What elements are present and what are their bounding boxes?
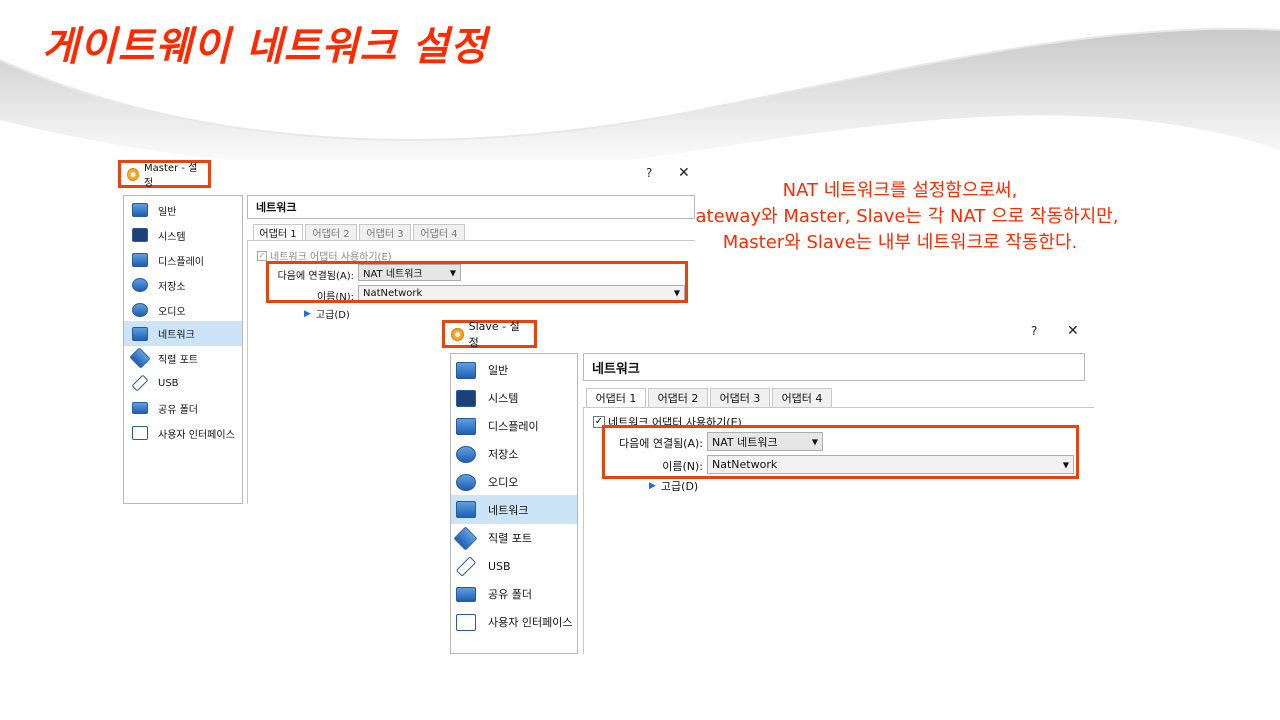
master-section-title: 네트워크 (247, 195, 695, 219)
shared-folder-icon (456, 586, 476, 602)
sidebar-item-network[interactable]: 네트워크 (451, 495, 577, 524)
help-button[interactable]: ? (646, 166, 652, 180)
sidebar-item-user-interface[interactable]: 사용자 인터페이스 (451, 608, 577, 636)
network-icon (456, 501, 476, 518)
slave-section-title: 네트워크 (583, 353, 1085, 381)
sidebar-item-usb[interactable]: USB (451, 552, 577, 580)
close-button[interactable]: ✕ (678, 165, 690, 181)
sidebar-item-user-interface[interactable]: 사용자 인터페이스 (124, 421, 242, 445)
sidebar-item-display[interactable]: 디스플레이 (451, 412, 577, 440)
sidebar-item-serial-port[interactable]: 직렬 포트 (124, 346, 242, 370)
storage-icon (132, 278, 148, 292)
slave-sidebar: 일반 시스템 디스플레이 저장소 오디오 네트워크 직렬 포트 USB 공유 폴… (450, 353, 578, 654)
note-line: NAT 네트워크를 설정함으로써, (782, 180, 1018, 201)
tab-adapter-2[interactable]: 어댑터 2 (305, 224, 357, 240)
tab-adapter-2[interactable]: 어댑터 2 (648, 388, 708, 407)
tab-adapter-3[interactable]: 어댑터 3 (359, 224, 411, 240)
slave-titlebar (442, 318, 1094, 344)
master-sidebar: 일반 시스템 디스플레이 저장소 오디오 네트워크 직렬 포트 USB 공유 폴… (123, 195, 243, 504)
enable-adapter-checkbox[interactable]: ✓ (257, 250, 267, 261)
sidebar-item-audio[interactable]: 오디오 (451, 468, 577, 496)
user-interface-icon (456, 613, 476, 631)
slide-note: NAT 네트워크를 설정함으로써, Gateway와 Master, Slave… (640, 178, 1160, 256)
tab-adapter-1[interactable]: 어댑터 1 (253, 224, 303, 240)
note-line: Master와 Slave는 내부 네트워크로 작동한다. (722, 232, 1078, 253)
display-icon (132, 253, 148, 267)
sidebar-item-storage[interactable]: 저장소 (451, 440, 577, 468)
virtualbox-gear-icon (451, 327, 464, 341)
virtualbox-gear-icon (127, 167, 140, 181)
sidebar-item-audio[interactable]: 오디오 (124, 298, 242, 322)
slave-adapter-tabs: 어댑터 1 어댑터 2 어댑터 3 어댑터 4 (586, 388, 834, 407)
master-window-title: Master - 설정 (118, 160, 211, 189)
user-interface-icon (132, 426, 148, 440)
advanced-expander[interactable]: ▶ 고급(D) (304, 306, 350, 322)
shared-folder-icon (132, 402, 148, 414)
slave-settings-window: Slave - 설정 ? ✕ 일반 시스템 디스플레이 저장소 오디오 네트워크 (442, 318, 1094, 654)
sidebar-item-general[interactable]: 일반 (124, 198, 242, 222)
sidebar-item-shared-folder[interactable]: 공유 폴더 (124, 396, 242, 420)
expand-triangle-icon: ▶ (649, 481, 656, 491)
sidebar-item-general[interactable]: 일반 (451, 356, 577, 384)
sidebar-item-storage[interactable]: 저장소 (124, 273, 242, 297)
help-button[interactable]: ? (1031, 324, 1037, 338)
network-icon (132, 326, 148, 341)
tab-adapter-4[interactable]: 어댑터 4 (772, 388, 832, 407)
close-button[interactable]: ✕ (1067, 323, 1079, 339)
usb-icon (455, 555, 477, 577)
sidebar-item-shared-folder[interactable]: 공유 폴더 (451, 580, 577, 608)
sidebar-item-network[interactable]: 네트워크 (124, 321, 242, 346)
tab-adapter-1[interactable]: 어댑터 1 (586, 388, 646, 407)
audio-icon (132, 303, 148, 317)
slave-window-title: Slave - 설정 (442, 320, 537, 349)
sidebar-item-serial-port[interactable]: 직렬 포트 (451, 524, 577, 552)
sidebar-item-system[interactable]: 시스템 (451, 384, 577, 412)
system-icon (456, 389, 476, 407)
general-icon (456, 361, 476, 379)
sidebar-item-system[interactable]: 시스템 (124, 223, 242, 247)
display-icon (456, 417, 476, 435)
sidebar-item-display[interactable]: 디스플레이 (124, 248, 242, 272)
serial-port-icon (129, 347, 151, 369)
system-icon (132, 228, 148, 242)
usb-icon (131, 374, 149, 392)
note-line: Gateway와 Master, Slave는 각 NAT 으로 작동하지만, (681, 206, 1119, 227)
highlight-box (266, 261, 688, 303)
expand-triangle-icon: ▶ (304, 308, 311, 319)
master-adapter-tabs: 어댑터 1 어댑터 2 어댑터 3 어댑터 4 (253, 224, 467, 240)
sidebar-item-usb[interactable]: USB (124, 371, 242, 395)
serial-port-icon (453, 525, 478, 551)
general-icon (132, 203, 148, 217)
storage-icon (456, 445, 476, 463)
audio-icon (456, 473, 476, 491)
tab-adapter-4[interactable]: 어댑터 4 (413, 224, 465, 240)
advanced-expander[interactable]: ▶ 고급(D) (649, 478, 698, 494)
tab-adapter-3[interactable]: 어댑터 3 (710, 388, 770, 407)
slide-title: 게이트웨이 네트워크 설정 (42, 24, 488, 70)
highlight-box (602, 425, 1079, 479)
